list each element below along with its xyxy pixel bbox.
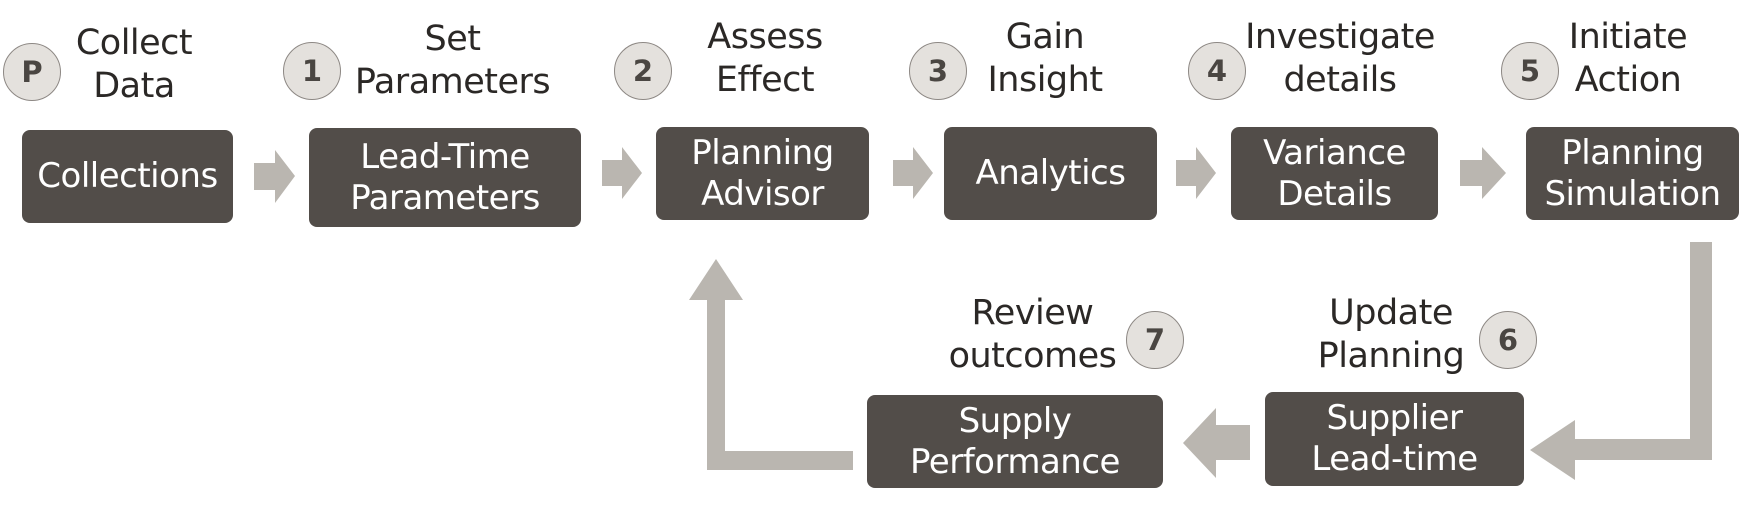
- box-label: Planning Advisor: [691, 132, 834, 214]
- box-supplier-lead-time[interactable]: Supplier Lead-time: [1265, 392, 1524, 486]
- badge-label: P: [21, 55, 43, 89]
- box-planning-simulation[interactable]: Planning Simulation: [1526, 127, 1739, 220]
- box-variance-details[interactable]: Variance Details: [1231, 127, 1438, 220]
- step-badge-4: 4: [1188, 42, 1246, 100]
- step-caption-investigate-details: Investigate details: [1245, 17, 1435, 100]
- badge-label: 3: [927, 54, 949, 88]
- box-label: Lead-Time Parameters: [350, 136, 540, 218]
- arrow-variance-to-simulation: [1460, 147, 1506, 199]
- badge-label: 7: [1144, 323, 1166, 357]
- badge-label: 2: [632, 54, 654, 88]
- step-caption-review-outcomes: Review outcomes: [948, 293, 1117, 376]
- step-badge-3: 3: [909, 42, 967, 100]
- box-label: Analytics: [975, 153, 1126, 193]
- arrow-supply-performance-to-advisor: [689, 259, 853, 470]
- step-caption-initiate-action: Initiate Action: [1568, 17, 1688, 100]
- arrow-advisor-to-analytics: [893, 147, 933, 199]
- badge-label: 6: [1497, 323, 1519, 357]
- step-badge-2: 2: [614, 42, 672, 100]
- step-badge-1: 1: [283, 42, 341, 100]
- box-label: Supplier Lead-time: [1311, 398, 1478, 479]
- arrow-collections-to-leadtime: [254, 150, 295, 203]
- step-caption-gain-insight: Gain Insight: [987, 17, 1103, 100]
- arrow-leadtime-to-advisor: [602, 147, 642, 199]
- box-label: Variance Details: [1263, 132, 1406, 214]
- step-caption-update-planning: Update Planning: [1317, 293, 1465, 376]
- box-lead-time-parameters[interactable]: Lead-Time Parameters: [309, 128, 581, 227]
- step-caption-assess-effect: Assess Effect: [707, 17, 823, 100]
- step-badge-7: 7: [1126, 311, 1184, 369]
- badge-label: 4: [1206, 54, 1228, 88]
- arrow-analytics-to-variance: [1176, 147, 1216, 199]
- box-supply-performance[interactable]: Supply Performance: [867, 395, 1163, 488]
- badge-label: 5: [1519, 54, 1541, 88]
- box-planning-advisor[interactable]: Planning Advisor: [656, 127, 869, 220]
- box-label: Collections: [37, 156, 218, 196]
- arrow-supplier-leadtime-to-supply-performance: [1183, 408, 1250, 478]
- badge-label: 1: [301, 54, 323, 88]
- box-label: Planning Simulation: [1544, 132, 1721, 214]
- step-caption-collect-data: Collect Data: [75, 23, 193, 106]
- arrow-simulation-to-supplier-leadtime: [1530, 242, 1712, 480]
- box-label: Supply Performance: [910, 400, 1120, 482]
- box-collections[interactable]: Collections: [22, 130, 233, 223]
- step-badge-6: 6: [1479, 311, 1537, 369]
- step-caption-set-parameters: Set Parameters: [354, 19, 551, 102]
- box-analytics[interactable]: Analytics: [944, 127, 1157, 220]
- step-badge-p: P: [3, 43, 61, 101]
